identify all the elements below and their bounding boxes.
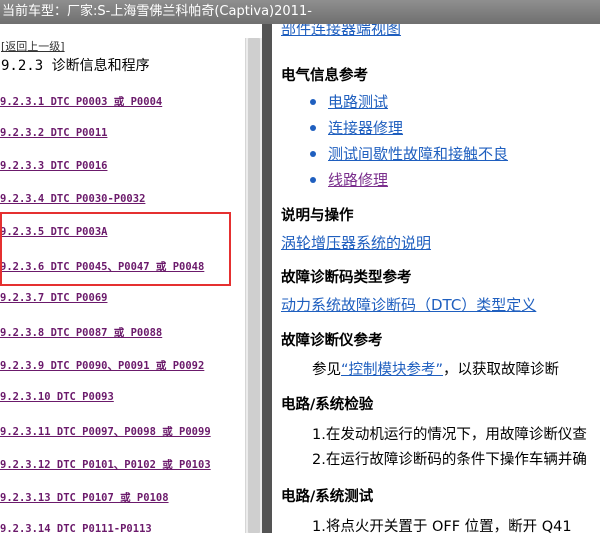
- bullet-icon: [310, 99, 316, 105]
- window-title: 当前车型：厂家:S-上海雪佛兰科帕奇(Captiva)2011-: [2, 4, 312, 19]
- turbo-system-description-link[interactable]: 涡轮增压器系统的说明: [281, 232, 431, 253]
- circuit-test-heading: 电路/系统测试: [281, 489, 374, 505]
- toc-link-9-2-3-4[interactable]: 9.2.3.4 DTC P0030-P0032: [0, 193, 145, 205]
- content-pane: 部件连接器端视图 电气信息参考 电路测试 连接器修理 测试间歇性故障和接触不良 …: [272, 24, 600, 533]
- back-to-parent-link[interactable]: [返回上一级]: [1, 38, 65, 54]
- circuit-testing-link[interactable]: 电路测试: [328, 91, 388, 112]
- verify-step-2: 2.在运行故障诊断码的条件下操作车辆并确: [312, 452, 587, 468]
- scan-tool-suffix: ，以获取故障诊断: [443, 362, 560, 378]
- test-step-1: 1.将点火开关置于 OFF 位置，断开 Q41: [312, 519, 572, 533]
- bullet-icon: [310, 151, 316, 157]
- connector-repair-link[interactable]: 连接器修理: [328, 117, 403, 138]
- toc-link-9-2-3-12[interactable]: 9.2.3.12 DTC P0101、P0102 或 P0103: [0, 457, 211, 472]
- toc-link-9-2-3-11[interactable]: 9.2.3.11 DTC P0097、P0098 或 P0099: [0, 424, 211, 439]
- toc-link-9-2-3-10[interactable]: 9.2.3.10 DTC P0093: [0, 391, 114, 403]
- left-pane-scroll-thumb[interactable]: [248, 38, 260, 533]
- dtc-type-heading: 故障诊断码类型参考: [281, 270, 412, 286]
- wiring-repair-link[interactable]: 线路修理: [328, 169, 388, 190]
- pane-splitter[interactable]: [262, 24, 272, 533]
- section-title: 9.2.3 诊断信息和程序: [1, 58, 150, 74]
- toc-link-9-2-3-2[interactable]: 9.2.3.2 DTC P0011: [0, 127, 107, 139]
- toc-link-9-2-3-8[interactable]: 9.2.3.8 DTC P0087 或 P0088: [0, 325, 162, 340]
- component-connector-view-link[interactable]: 部件连接器端视图: [281, 24, 401, 39]
- description-operation-heading: 说明与操作: [281, 208, 354, 224]
- window-title-bar: 当前车型：厂家:S-上海雪佛兰科帕奇(Captiva)2011-: [0, 0, 600, 24]
- scan-tool-heading: 故障诊断仪参考: [281, 333, 383, 349]
- toc-link-9-2-3-9[interactable]: 9.2.3.9 DTC P0090、P0091 或 P0092: [0, 358, 204, 373]
- control-module-reference-link[interactable]: “控制模块参考”: [341, 362, 443, 378]
- toc-link-9-2-3-3[interactable]: 9.2.3.3 DTC P0016: [0, 160, 107, 172]
- verify-step-1: 1.在发动机运行的情况下，用故障诊断仪查: [312, 427, 587, 443]
- bullet-icon: [310, 125, 316, 131]
- left-nav-pane: [返回上一级] 9.2.3 诊断信息和程序 9.2.3.1 DTC P0003 …: [0, 38, 245, 533]
- scan-tool-prefix: 参见: [312, 362, 341, 378]
- red-highlight-box: [0, 212, 231, 286]
- intermittent-fault-link[interactable]: 测试间歇性故障和接触不良: [328, 143, 508, 164]
- toc-link-9-2-3-14[interactable]: 9.2.3.14 DTC P0111-P0113: [0, 523, 152, 533]
- circuit-verify-heading: 电路/系统检验: [281, 397, 374, 413]
- bullet-icon: [310, 177, 316, 183]
- left-pane-scrollbar[interactable]: [245, 38, 262, 533]
- dtc-type-definition-link[interactable]: 动力系统故障诊断码（DTC）类型定义: [281, 294, 536, 315]
- toc-link-9-2-3-1[interactable]: 9.2.3.1 DTC P0003 或 P0004: [0, 94, 162, 109]
- scan-tool-paragraph: 参见“控制模块参考”，以获取故障诊断: [312, 358, 559, 379]
- toc-link-9-2-3-13[interactable]: 9.2.3.13 DTC P0107 或 P0108: [0, 490, 169, 505]
- electrical-info-heading: 电气信息参考: [281, 68, 368, 84]
- toc-link-9-2-3-7[interactable]: 9.2.3.7 DTC P0069: [0, 292, 107, 304]
